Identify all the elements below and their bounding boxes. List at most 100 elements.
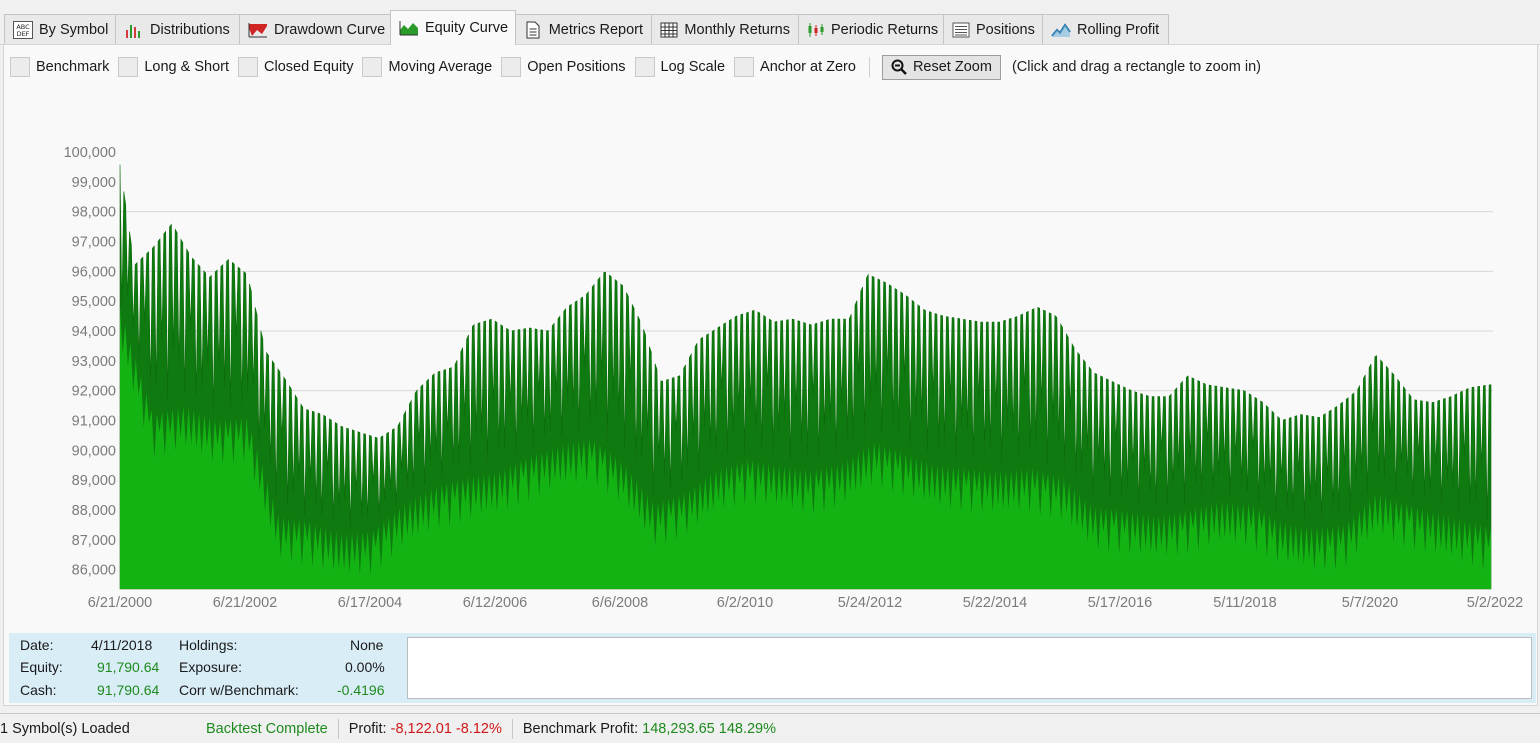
bar-chart-icon (124, 21, 144, 39)
x-tick-label: 5/7/2020 (1342, 595, 1398, 611)
area-chart-icon (399, 19, 419, 37)
tab-label: Periodic Returns (831, 21, 939, 38)
profit-value: -8,122.01 (390, 720, 452, 737)
abc-def-icon: ABC DEF (13, 20, 33, 39)
checkbox-box[interactable] (501, 57, 522, 77)
y-tick-label: 92,000 (72, 384, 116, 400)
tab-label: Metrics Report (548, 21, 643, 38)
log-scale-checkbox[interactable]: Log Scale (634, 57, 726, 77)
closed-equity-checkbox[interactable]: Closed Equity (238, 57, 353, 77)
mountain-chart-icon (1051, 21, 1071, 39)
reset-zoom-button[interactable]: Reset Zoom (881, 54, 1001, 80)
tab-positions[interactable]: Positions (943, 14, 1043, 44)
symbols-loaded-status: 1 Symbol(s) Loaded (0, 720, 130, 737)
tab-label: Drawdown Curve (274, 21, 386, 38)
corr-benchmark-value: -0.4196 (337, 682, 385, 698)
cursor-info-panel: Date: 4/11/2018 Equity: 91,790.64 Cash: … (9, 633, 1536, 703)
equity-label: Equity: (20, 659, 63, 675)
tab-metrics-report[interactable]: Metrics Report (515, 14, 652, 44)
x-tick-label: 5/24/2012 (838, 595, 903, 611)
zoom-out-icon (891, 59, 907, 75)
status-bar: 1 Symbol(s) Loaded Backtest Complete Pro… (0, 713, 1540, 743)
tab-by-symbol[interactable]: ABC DEF By Symbol (4, 14, 116, 44)
y-tick-label: 98,000 (72, 205, 116, 221)
holdings-label: Holdings: (179, 637, 238, 653)
checkbox-box[interactable] (118, 57, 139, 77)
checkbox-label: Benchmark (36, 59, 110, 75)
y-tick-label: 96,000 (72, 264, 116, 280)
corr-benchmark-label: Corr w/Benchmark: (179, 682, 299, 698)
y-tick-label: 95,000 (72, 294, 116, 310)
profit-percent: -8.12% (455, 720, 502, 737)
tab-periodic-returns[interactable]: Periodic Returns (798, 14, 944, 44)
chart-series-areas (119, 164, 1492, 590)
drawdown-chart-icon (248, 21, 268, 39)
benchmark-profit-percent: 148.29% (718, 720, 777, 737)
list-icon (952, 21, 970, 39)
moving-average-checkbox[interactable]: Moving Average (362, 57, 492, 77)
y-axis-ticks: 100,000 99,000 98,000 97,000 96,000 95,000 94,… (64, 145, 116, 579)
backtest-status: Backtest Complete (206, 720, 328, 737)
chart-toolbar: Benchmark Long & Short Closed Equity Mov… (10, 54, 1261, 80)
reset-zoom-label: Reset Zoom (912, 59, 992, 75)
tab-label: Rolling Profit (1077, 21, 1160, 38)
benchmark-profit-value: 148,293.65 (642, 720, 715, 737)
y-tick-label: 97,000 (72, 234, 116, 250)
details-box (407, 637, 1532, 699)
anchor-at-zero-checkbox[interactable]: Anchor at Zero (734, 57, 856, 77)
svg-text:DEF: DEF (17, 30, 30, 38)
y-tick-label: 87,000 (72, 533, 116, 549)
checkbox-box[interactable] (238, 57, 258, 77)
checkbox-label: Closed Equity (264, 59, 354, 75)
tab-rolling-profit[interactable]: Rolling Profit (1042, 14, 1169, 44)
y-tick-label: 90,000 (72, 443, 116, 459)
checkbox-box[interactable] (362, 57, 383, 77)
open-positions-checkbox[interactable]: Open Positions (501, 57, 626, 77)
benchmark-profit-label: Benchmark Profit: (522, 720, 639, 737)
tab-label: Monthly Returns (684, 21, 790, 38)
y-tick-label: 93,000 (72, 354, 116, 370)
checkbox-label: Moving Average (388, 59, 493, 75)
tab-label: By Symbol (39, 21, 109, 38)
profit-label: Profit: (348, 720, 387, 737)
exposure-label: Exposure: (179, 659, 243, 675)
y-tick-label: 94,000 (72, 324, 116, 340)
tab-bar: ABC DEF By Symbol Distributions Drawdown … (0, 0, 1540, 45)
checkbox-box[interactable] (634, 57, 655, 77)
equity-value: 91,790.64 (97, 659, 160, 675)
tab-monthly-returns[interactable]: Monthly Returns (651, 14, 799, 44)
long-short-checkbox[interactable]: Long & Short (118, 57, 229, 77)
toolbar-divider (868, 57, 870, 77)
date-label: Date: (20, 637, 54, 653)
y-tick-label: 100,000 (64, 145, 116, 161)
tab-distributions[interactable]: Distributions (115, 14, 240, 44)
x-tick-label: 6/6/2008 (592, 595, 648, 611)
tab-label: Equity Curve (425, 20, 509, 36)
equity-curve-panel: Benchmark Long & Short Closed Equity Mov… (3, 44, 1538, 706)
checkbox-box[interactable] (734, 57, 755, 77)
tab-label: Positions (976, 21, 1035, 38)
checkbox-label: Log Scale (660, 59, 726, 75)
tab-label: Distributions (150, 21, 230, 38)
equity-curve-chart[interactable]: 100,000 99,000 98,000 97,000 96,000 95,000 94,… (4, 95, 1534, 615)
x-tick-label: 6/21/2002 (213, 595, 278, 611)
holdings-value: None (350, 637, 384, 653)
tab-drawdown-curve[interactable]: Drawdown Curve (239, 14, 391, 44)
cash-value: 91,790.64 (97, 682, 160, 698)
x-tick-label: 6/21/2000 (88, 595, 153, 611)
date-value: 4/11/2018 (91, 637, 153, 653)
x-tick-label: 6/2/2010 (717, 595, 773, 611)
checkbox-box[interactable] (10, 57, 30, 77)
checkbox-label: Anchor at Zero (760, 59, 856, 75)
benchmark-checkbox[interactable]: Benchmark (10, 57, 109, 77)
candlestick-icon (807, 21, 825, 39)
y-tick-label: 88,000 (72, 503, 116, 519)
tab-equity-curve[interactable]: Equity Curve (390, 10, 516, 45)
x-tick-label: 6/12/2006 (463, 595, 528, 611)
x-tick-label: 5/17/2016 (1088, 595, 1153, 611)
y-tick-label: 86,000 (72, 563, 116, 579)
document-icon (524, 21, 543, 39)
zoom-hint: (Click and drag a rectangle to zoom in) (1011, 59, 1261, 75)
checkbox-label: Open Positions (527, 59, 626, 75)
x-tick-label: 6/17/2004 (338, 595, 403, 611)
